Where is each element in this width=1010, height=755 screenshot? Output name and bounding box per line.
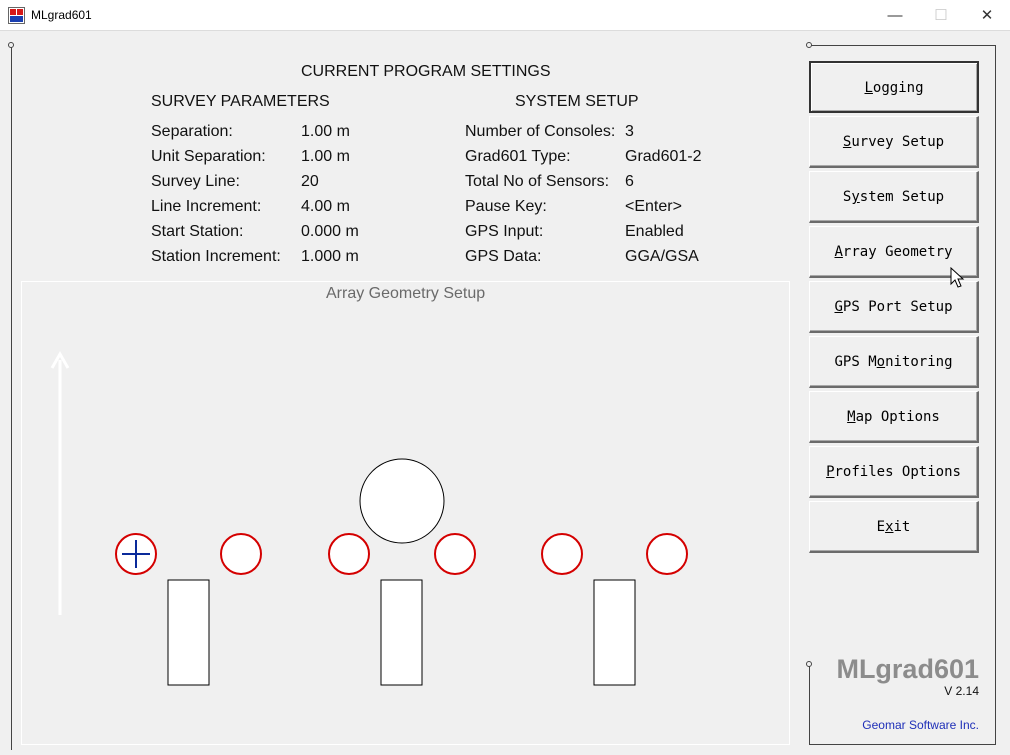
panel-handle-top[interactable] xyxy=(806,42,812,48)
maximize-button: ☐ xyxy=(918,0,964,31)
system-setup-button[interactable]: System Setup xyxy=(809,171,979,223)
console-2 xyxy=(380,579,423,686)
sensor-3[interactable] xyxy=(328,533,370,575)
exit-button[interactable]: Exit xyxy=(809,501,979,553)
sensor-4[interactable] xyxy=(434,533,476,575)
company-name: Geomar Software Inc. xyxy=(862,718,979,732)
panel-handle-bottom[interactable] xyxy=(806,661,812,667)
gps-monitoring-button[interactable]: GPS Monitoring xyxy=(809,336,979,388)
survey-setup-button[interactable]: Survey Setup xyxy=(809,116,979,168)
sensor-2[interactable] xyxy=(220,533,262,575)
maximize-icon: ☐ xyxy=(934,7,948,24)
close-icon: ✕ xyxy=(980,7,994,24)
console-3 xyxy=(593,579,636,686)
right-panel-left-border xyxy=(809,665,810,745)
operator-circle xyxy=(359,458,445,544)
direction-arrow xyxy=(50,350,70,615)
minimize-icon: — xyxy=(887,7,903,24)
console-1 xyxy=(167,579,210,686)
right-panel-bottom-border xyxy=(809,744,995,745)
array-geometry-diagram xyxy=(50,350,688,686)
minimize-button[interactable]: — xyxy=(872,0,918,31)
close-button[interactable]: ✕ xyxy=(964,0,1010,31)
app-brand-name: MLgrad601 xyxy=(836,654,979,684)
sensor-5[interactable] xyxy=(541,533,583,575)
right-panel-right-border xyxy=(995,45,996,745)
sensor-6[interactable] xyxy=(646,533,688,575)
app-version: V 2.14 xyxy=(944,684,979,698)
logging-button[interactable]: Logging xyxy=(809,61,979,113)
mouse-cursor-icon xyxy=(950,267,965,288)
profiles-options-button[interactable]: Profiles Options xyxy=(809,446,979,498)
right-panel-top-border xyxy=(809,45,995,46)
map-options-button[interactable]: Map Options xyxy=(809,391,979,443)
